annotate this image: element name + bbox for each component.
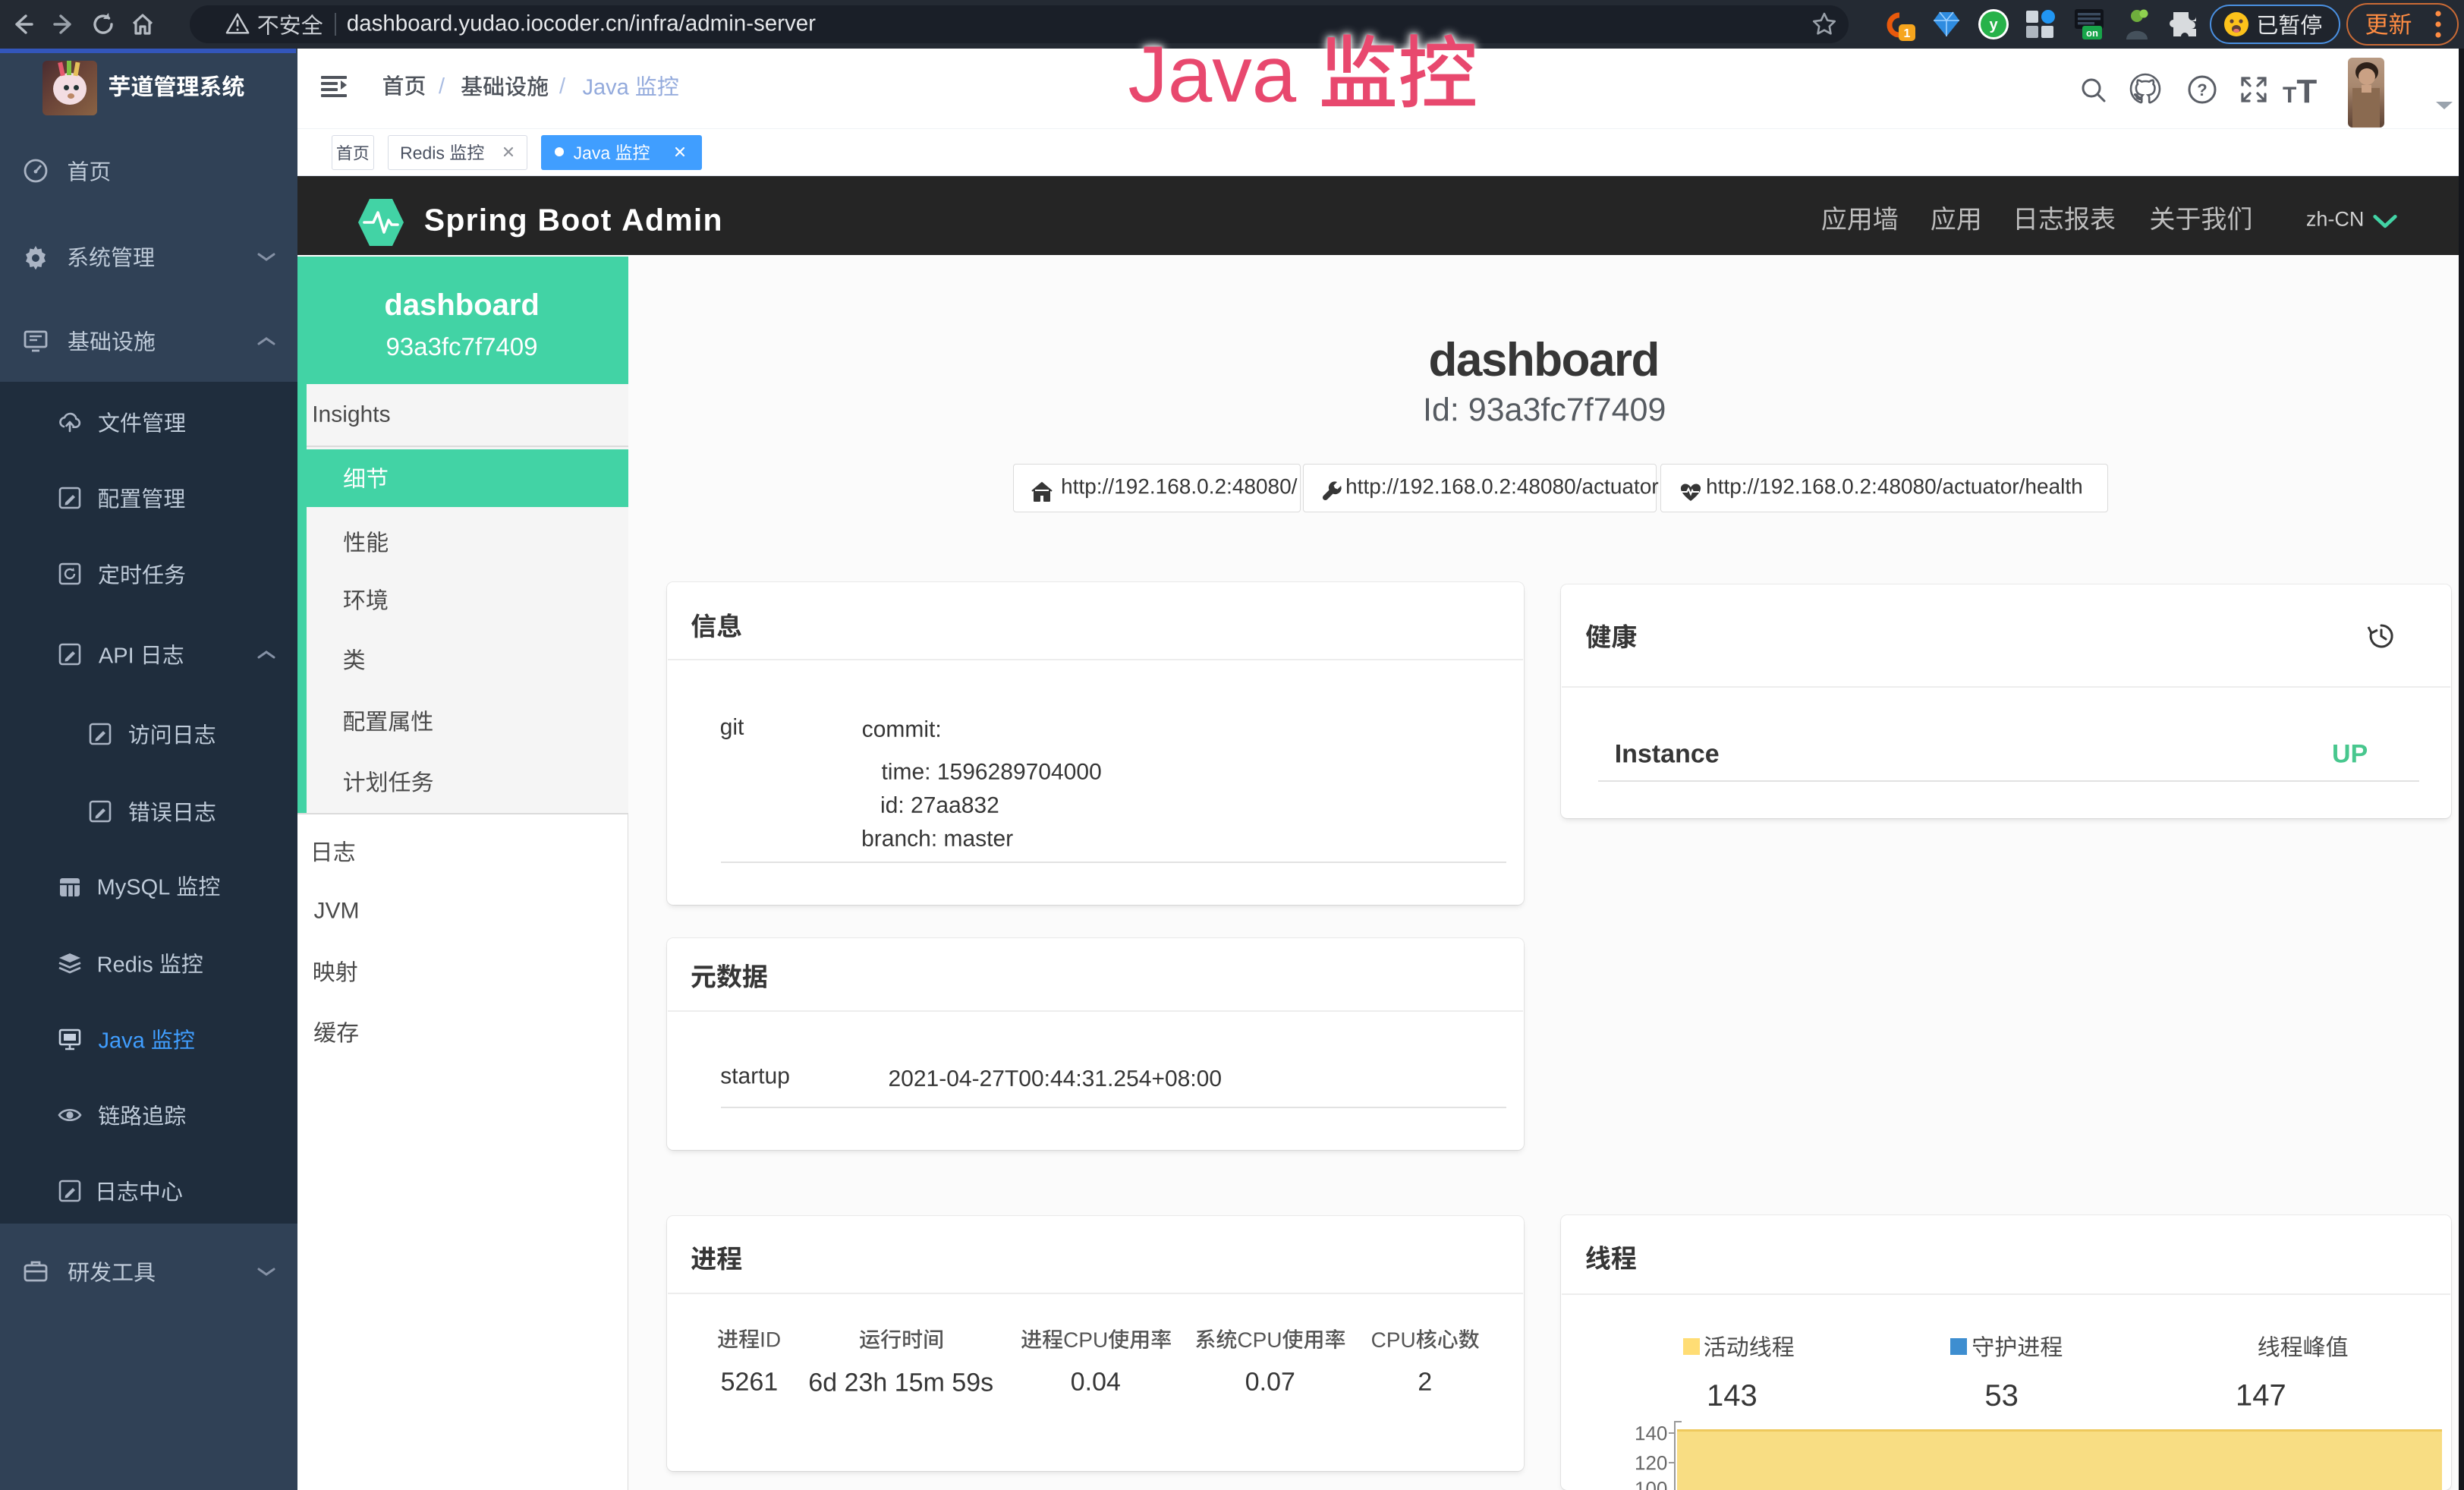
- svg-text:y: y: [1989, 17, 1998, 33]
- svg-text:1: 1: [1904, 27, 1911, 40]
- svg-text:?: ?: [2197, 80, 2207, 99]
- svg-text:on: on: [2086, 27, 2098, 39]
